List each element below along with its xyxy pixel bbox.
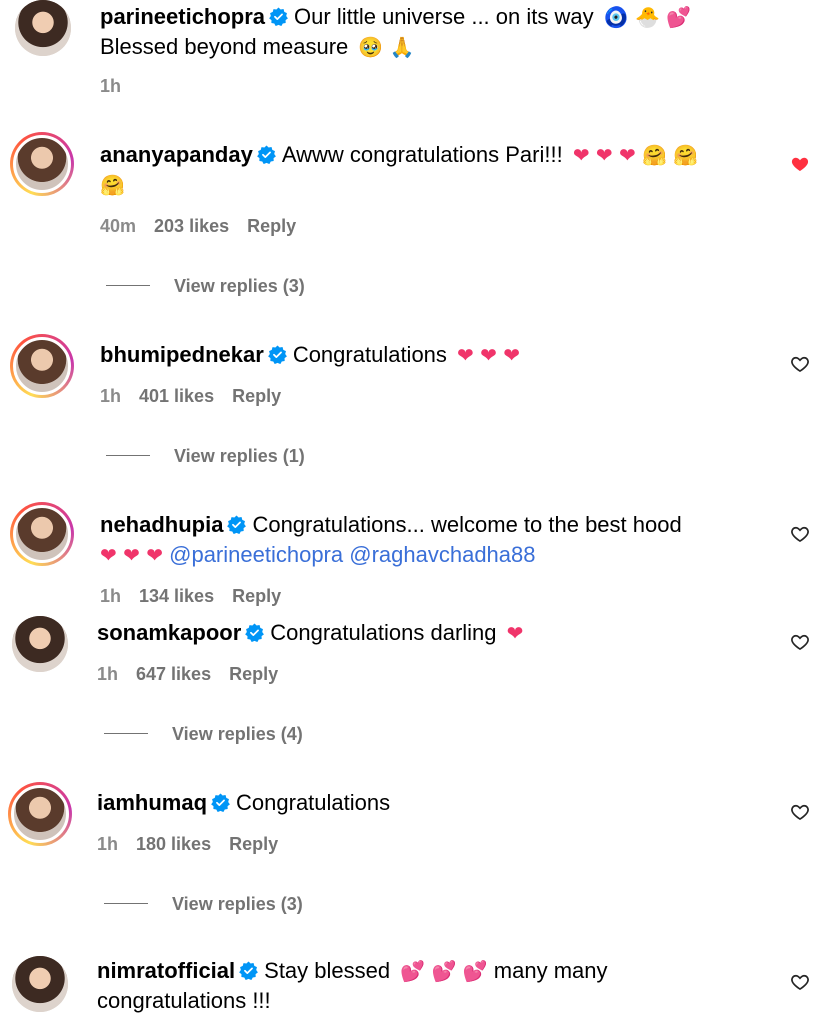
verified-badge-icon bbox=[257, 145, 276, 164]
comment-meta: 1h 180 likes Reply bbox=[97, 834, 296, 855]
replies-divider-line bbox=[104, 733, 148, 734]
comment-time: 40m bbox=[100, 216, 137, 236]
comment-time: 1h bbox=[100, 386, 122, 406]
reply-button[interactable]: Reply bbox=[247, 216, 296, 236]
avatar-image bbox=[12, 616, 68, 672]
view-replies-label: View replies (1) bbox=[174, 446, 305, 466]
like-heart-icon[interactable] bbox=[790, 972, 810, 992]
avatar-image bbox=[11, 785, 69, 843]
comment-meta: 40m 203 likes Reply bbox=[100, 216, 314, 237]
comment-likes[interactable]: 134 likes bbox=[139, 586, 214, 606]
comment-meta: 1h 647 likes Reply bbox=[97, 664, 296, 685]
avatar[interactable] bbox=[12, 956, 68, 1012]
comment-emoji: ❤ ❤ ❤ bbox=[457, 343, 521, 367]
avatar-story-ring[interactable] bbox=[8, 782, 72, 846]
avatar-image bbox=[13, 135, 71, 193]
comment-meta: 1h bbox=[100, 76, 139, 97]
view-replies-button[interactable]: View replies (4) bbox=[104, 724, 303, 745]
comment-emoji: ❤ bbox=[506, 621, 524, 645]
like-heart-icon[interactable] bbox=[790, 354, 810, 374]
avatar-story-ring[interactable] bbox=[10, 132, 74, 196]
liked-heart-icon[interactable] bbox=[790, 154, 810, 174]
avatar-image bbox=[13, 505, 71, 563]
comment-emoji: ❤ ❤ ❤ 🤗 🤗 bbox=[572, 143, 699, 167]
comment-username[interactable]: parineetichopra bbox=[100, 4, 265, 29]
verified-badge-icon bbox=[227, 515, 246, 534]
view-replies-button[interactable]: View replies (1) bbox=[106, 446, 305, 467]
like-heart-icon[interactable] bbox=[790, 632, 810, 652]
replies-divider-line bbox=[106, 285, 150, 286]
comment-text: Congratulations darling bbox=[270, 620, 497, 645]
comment-text: Stay blessed bbox=[264, 958, 391, 983]
comment-username[interactable]: nehadhupia bbox=[100, 512, 223, 537]
view-replies-label: View replies (3) bbox=[172, 894, 303, 914]
comment-meta: 1h 401 likes Reply bbox=[100, 386, 299, 407]
comment-username[interactable]: sonamkapoor bbox=[97, 620, 241, 645]
comment-time: 1h bbox=[100, 76, 122, 96]
comment-text-continued: many many bbox=[493, 958, 608, 983]
comment-text: Congratulations... welcome to the best h… bbox=[252, 512, 682, 537]
comment-likes[interactable]: 203 likes bbox=[154, 216, 229, 236]
comment-text: Awww congratulations Pari!!! bbox=[281, 142, 563, 167]
view-replies-button[interactable]: View replies (3) bbox=[106, 276, 305, 297]
avatar-story-ring[interactable] bbox=[10, 502, 74, 566]
verified-badge-icon bbox=[269, 7, 288, 26]
comment-text: Congratulations bbox=[292, 342, 447, 367]
avatar-image bbox=[12, 956, 68, 1012]
comment-meta: 1h 134 likes Reply bbox=[100, 586, 299, 606]
reply-button[interactable]: Reply bbox=[232, 386, 281, 406]
comment-body: ananyapanday Awww congratulations Pari!!!… bbox=[100, 140, 770, 200]
comment-username[interactable]: nimratofficial bbox=[97, 958, 235, 983]
mention-link[interactable]: @parineetichopra bbox=[169, 542, 343, 567]
comment-body: nehadhupia Congratulations... welcome to … bbox=[100, 510, 780, 570]
verified-badge-icon bbox=[211, 793, 230, 812]
view-replies-label: View replies (4) bbox=[172, 724, 303, 744]
avatar[interactable] bbox=[12, 616, 68, 672]
view-replies-label: View replies (3) bbox=[174, 276, 305, 296]
comment-username[interactable]: iamhumaq bbox=[97, 790, 207, 815]
comment-emoji: 🧿 🐣 💕 bbox=[603, 5, 692, 29]
comment-time: 1h bbox=[97, 664, 119, 684]
like-heart-icon[interactable] bbox=[790, 524, 810, 544]
comment-username[interactable]: ananyapanday bbox=[100, 142, 253, 167]
comment-time: 1h bbox=[97, 834, 119, 854]
comment-time: 1h bbox=[100, 586, 122, 606]
like-heart-icon[interactable] bbox=[790, 802, 810, 822]
reply-button[interactable]: Reply bbox=[232, 586, 281, 606]
verified-badge-icon bbox=[245, 623, 264, 642]
comment-text-line2: congratulations !!! bbox=[97, 988, 271, 1013]
verified-badge-icon bbox=[239, 961, 258, 980]
replies-divider-line bbox=[106, 455, 150, 456]
avatar-image bbox=[13, 337, 71, 395]
comment-text: Congratulations bbox=[236, 790, 391, 815]
reply-button[interactable]: Reply bbox=[229, 664, 278, 684]
comment-likes[interactable]: 401 likes bbox=[139, 386, 214, 406]
comment-emoji-line2: 🤗 bbox=[100, 173, 125, 197]
comment-body: parineetichopra Our little universe ... o… bbox=[100, 2, 760, 62]
replies-divider-line bbox=[104, 903, 148, 904]
avatar[interactable] bbox=[15, 0, 71, 56]
comment-text-line2: Blessed beyond measure bbox=[100, 34, 349, 59]
comment-emoji: ❤ ❤ ❤ bbox=[100, 543, 163, 567]
comment-text: Our little universe ... on its way bbox=[294, 4, 594, 29]
comment-body: nimratofficial Stay blessed 💕 💕 💕 many ma… bbox=[97, 956, 777, 1016]
comment-body: sonamkapoor Congratulations darling ❤ bbox=[97, 618, 777, 648]
avatar-image bbox=[15, 0, 71, 56]
view-replies-button[interactable]: View replies (3) bbox=[104, 894, 303, 915]
verified-badge-icon bbox=[268, 345, 287, 364]
comment-emoji-line2: 🥹 🙏 bbox=[358, 35, 415, 59]
comment-likes[interactable]: 647 likes bbox=[136, 664, 211, 684]
comment-body: iamhumaq Congratulations bbox=[97, 788, 777, 818]
comment-emoji: 💕 💕 💕 bbox=[400, 959, 488, 983]
reply-button[interactable]: Reply bbox=[229, 834, 278, 854]
comment-username[interactable]: bhumipednekar bbox=[100, 342, 264, 367]
comment-body: bhumipednekar Congratulations ❤ ❤ ❤ bbox=[100, 340, 770, 370]
mention-link[interactable]: @raghavchadha88 bbox=[349, 542, 535, 567]
comment-likes[interactable]: 180 likes bbox=[136, 834, 211, 854]
avatar-story-ring[interactable] bbox=[10, 334, 74, 398]
